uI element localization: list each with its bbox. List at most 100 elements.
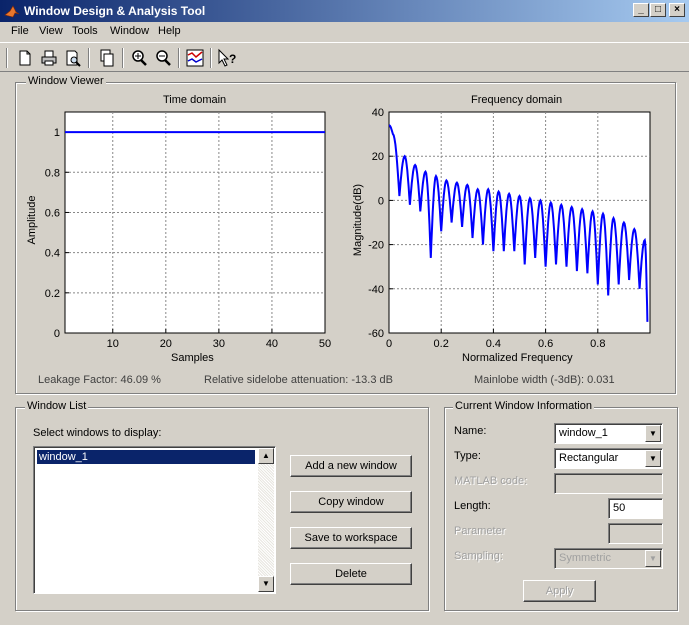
toolbar: ?	[0, 42, 689, 72]
print-preview-button[interactable]	[62, 47, 84, 69]
close-icon: ×	[674, 4, 680, 15]
freq-x-tick-label: 0.6	[538, 338, 553, 350]
name-value: window_1	[559, 427, 608, 439]
sampling-value: Symmetric	[559, 552, 611, 564]
current-window-info-title: Current Window Information	[453, 400, 594, 412]
new-icon	[19, 50, 31, 66]
parameter-label: Parameter	[454, 525, 506, 537]
window-list-title: Window List	[25, 400, 89, 412]
leakage-factor: Leakage Factor: 46.09 %	[38, 374, 161, 386]
time-x-tick-label: 50	[319, 338, 331, 350]
toolbar-separator	[88, 48, 90, 68]
time-x-tick-label: 30	[213, 338, 225, 350]
sampling-dropdown-arrow: ▼	[645, 550, 661, 567]
type-dropdown-arrow[interactable]: ▼	[645, 450, 661, 467]
save-to-workspace-button[interactable]: Save to workspace	[290, 527, 412, 549]
time-domain-plot[interactable]: 10 20 30 40 50 0 0.2 0.4 0.6 0.8 1	[0, 100, 340, 370]
freq-x-tick-label: 0.2	[434, 338, 449, 350]
print-preview-icon	[66, 50, 81, 67]
length-input[interactable]: 50	[608, 498, 663, 519]
menu-view[interactable]: View	[39, 25, 63, 37]
time-plot-area	[64, 111, 326, 334]
chevron-down-icon: ▼	[649, 454, 657, 463]
title-bar: Window Design & Analysis Tool _ □ ×	[0, 0, 689, 22]
scroll-up-button[interactable]: ▲	[258, 448, 274, 464]
time-y-tick-label: 0.6	[45, 207, 60, 219]
freq-xlabel: Normalized Frequency	[462, 352, 573, 364]
length-label: Length:	[454, 500, 491, 512]
menu-window[interactable]: Window	[110, 25, 149, 37]
copy-window-button[interactable]: Copy window	[290, 491, 412, 513]
time-x-tick-label: 20	[160, 338, 172, 350]
chevron-down-icon: ▼	[649, 429, 657, 438]
type-label: Type:	[454, 450, 481, 462]
new-button[interactable]	[14, 47, 36, 69]
toolbar-separator	[210, 48, 212, 68]
freq-y-tick-label: -40	[368, 284, 384, 296]
menu-tools[interactable]: Tools	[72, 25, 98, 37]
listbox-scrollbar[interactable]: ▲ ▼	[258, 448, 274, 592]
chevron-down-icon: ▼	[649, 554, 657, 563]
sampling-label: Sampling:	[454, 550, 503, 562]
window-title: Window Design & Analysis Tool	[24, 4, 206, 18]
list-item[interactable]: window_1	[37, 450, 255, 464]
matlab-code-field	[554, 473, 663, 494]
scroll-up-icon: ▲	[262, 451, 270, 460]
matlab-logo-icon	[4, 5, 20, 18]
whats-this-icon: ?	[218, 48, 236, 67]
name-dropdown[interactable]: window_1 ▼	[554, 423, 663, 444]
copy-figure-button[interactable]	[96, 47, 118, 69]
menu-help[interactable]: Help	[158, 25, 181, 37]
minimize-icon: _	[638, 4, 644, 15]
freq-x-tick-label: 0.8	[590, 338, 605, 350]
time-y-tick-label: 0.4	[45, 248, 60, 260]
zoom-in-button[interactable]	[128, 47, 150, 69]
svg-text:?: ?	[229, 52, 236, 66]
time-x-tick-label: 10	[107, 338, 119, 350]
name-label: Name:	[454, 425, 487, 437]
sampling-dropdown: Symmetric ▼	[554, 548, 663, 569]
minimize-button[interactable]: _	[633, 3, 649, 17]
freq-y-tick-label: 20	[372, 151, 384, 163]
mainlobe-width: Mainlobe width (-3dB): 0.031	[474, 374, 615, 386]
maximize-button[interactable]: □	[650, 3, 666, 17]
close-button[interactable]: ×	[669, 3, 685, 17]
apply-button[interactable]: Apply	[523, 580, 596, 602]
scroll-down-icon: ▼	[262, 579, 270, 588]
time-x-tick-label: 40	[266, 338, 278, 350]
zoom-in-icon	[132, 50, 147, 66]
name-dropdown-arrow[interactable]: ▼	[645, 425, 661, 442]
maximize-icon: □	[654, 4, 662, 15]
time-y-tick-label: 1	[54, 127, 60, 139]
sidelobe-attenuation: Relative sidelobe attenuation: -13.3 dB	[204, 374, 393, 386]
freq-y-tick-label: -60	[368, 328, 384, 340]
toolbar-separator	[6, 48, 8, 68]
parameter-input	[608, 523, 663, 544]
add-window-button[interactable]: Add a new window	[290, 455, 412, 477]
window-listbox[interactable]: window_1 ▲ ▼	[33, 446, 276, 594]
freq-y-tick-label: -20	[368, 240, 384, 252]
freq-x-tick-label: 0	[386, 338, 392, 350]
full-view-button[interactable]	[184, 47, 206, 69]
zoom-out-button[interactable]	[152, 47, 174, 69]
delete-button[interactable]: Delete	[290, 563, 412, 585]
freq-y-tick-label: 40	[372, 107, 384, 119]
freq-y-tick-label: 0	[378, 195, 384, 207]
menu-file[interactable]: File	[11, 25, 29, 37]
window-list-prompt: Select windows to display:	[33, 427, 162, 439]
copy-figure-icon	[100, 49, 114, 67]
print-button[interactable]	[38, 47, 60, 69]
time-y-tick-label: 0.2	[45, 288, 60, 300]
scroll-down-button[interactable]: ▼	[258, 576, 274, 592]
type-dropdown[interactable]: Rectangular ▼	[554, 448, 663, 469]
toolbar-separator	[122, 48, 124, 68]
whats-this-button[interactable]: ?	[216, 47, 238, 69]
time-xlabel: Samples	[171, 352, 214, 364]
frequency-domain-plot[interactable]: 0 0.2 0.4 0.6 0.8 -60 -40 -20 0 20 40	[340, 100, 680, 370]
freq-x-tick-label: 0.4	[486, 338, 501, 350]
type-value: Rectangular	[559, 452, 619, 464]
matlab-code-label: MATLAB code:	[454, 475, 528, 487]
zoom-out-icon	[156, 50, 171, 66]
freq-plot-area	[388, 111, 651, 334]
window-viewer-title: Window Viewer	[26, 75, 106, 87]
